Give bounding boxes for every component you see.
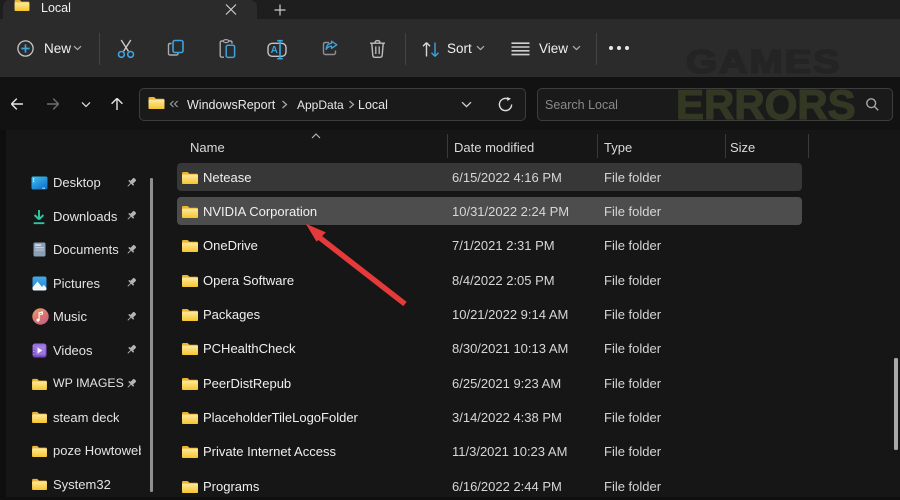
svg-text:A: A <box>271 45 278 56</box>
